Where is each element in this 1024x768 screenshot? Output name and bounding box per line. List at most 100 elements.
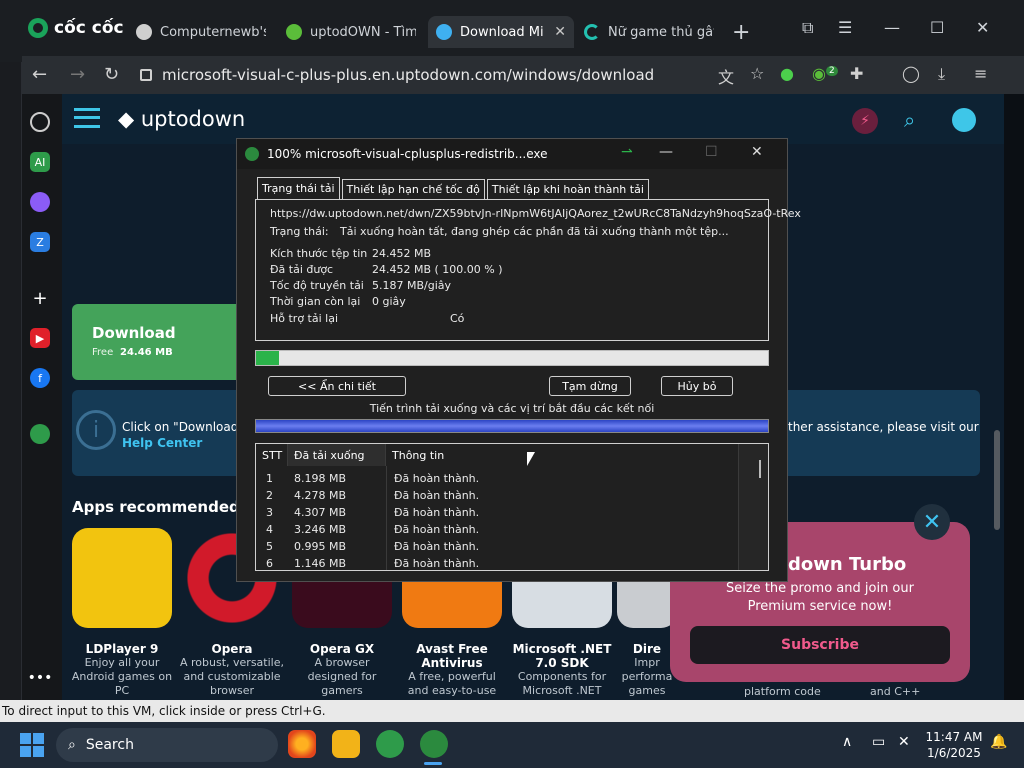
progress-fill [256,351,280,365]
subscribe-button[interactable]: Subscribe [690,626,950,664]
apps-recommended-title: Apps recommended fo [72,498,262,516]
row-index: 1 [266,472,273,485]
network-icon[interactable]: ▭ [872,734,885,750]
promo-close-icon[interactable]: ✕ [914,504,950,540]
column-header-downloaded[interactable]: Đã tải xuống [288,444,386,466]
file-explorer-icon[interactable] [332,730,360,758]
back-arrow-icon[interactable]: ← [32,64,47,85]
dialog-pin-icon[interactable]: ⇀ [621,144,633,160]
tab-computernewb[interactable]: Computernewb's I [128,16,274,48]
sidebar-more-icon[interactable]: ••• [28,668,53,688]
dark-mode-icon[interactable]: ● [780,64,794,83]
status-label: Trạng thái: [270,225,329,238]
translate-icon[interactable]: 文 [718,64,734,88]
forward-arrow-icon[interactable]: → [70,64,85,85]
dialog-close-button[interactable]: ✕ [751,144,763,160]
pause-button[interactable]: Tạm dừng [549,376,631,396]
menu-icon[interactable]: ≡ [974,64,987,83]
maximize-button[interactable]: ☐ [930,18,944,37]
table-row[interactable]: 1 8.198 MB Đã hoàn thành. [256,470,752,487]
vm-left-edge [0,10,22,700]
screen-capture-icon[interactable]: ⧉ [802,18,813,38]
search-icon[interactable]: ⌕ [904,108,915,132]
extensions-puzzle-icon[interactable]: ✚ [850,64,863,83]
idm-app-icon [245,147,259,161]
search-icon: ⌕ [68,737,76,753]
user-avatar-icon[interactable] [952,108,976,132]
firefox-icon[interactable] [288,730,316,758]
messenger-icon[interactable] [30,192,50,212]
field-value: 24.452 MB ( 100.00 % ) [372,263,503,276]
windows-start-icon[interactable] [20,733,44,757]
tab-uptodown-search[interactable]: uptodOWN - Tìm [278,16,424,48]
extension-uptodown-icon[interactable]: ◉ 2 [812,64,838,83]
tab-speed-limit[interactable]: Thiết lập hạn chế tốc độ [341,179,485,199]
field-value: Có [450,312,465,325]
app-card-ldplayer[interactable]: LDPlayer 9 Enjoy all your Android games … [67,528,177,698]
tab-close-icon[interactable]: ✕ [554,24,566,40]
table-scrollbar[interactable] [738,444,768,570]
connection-segments-bar [255,419,769,433]
hamburger-menu-icon[interactable] [74,108,100,128]
ldplayer-icon [72,528,172,628]
close-window-button[interactable]: ✕ [976,18,989,37]
table-row[interactable]: 3 4.307 MB Đã hoàn thành. [256,504,752,521]
tab-download-status[interactable]: Trạng thái tải [257,177,340,199]
row-info: Đã hoàn thành. [394,557,480,570]
info-text-right: ther assistance, please visit our [788,420,979,434]
field-value: 24.452 MB [372,247,432,260]
table-row[interactable]: 4 3.246 MB Đã hoàn thành. [256,521,752,538]
hide-details-button[interactable]: << Ẩn chi tiết [268,376,406,396]
minimize-button[interactable]: — [884,18,900,37]
column-header-stt[interactable]: STT [256,444,288,466]
table-row[interactable]: 5 0.995 MB Đã hoàn thành. [256,538,752,555]
idm-taskbar-icon[interactable] [420,730,448,758]
notification-bell-icon[interactable]: 🔔 [990,734,1007,750]
new-tab-button[interactable]: + [732,20,750,45]
add-sidebar-app-icon[interactable]: + [30,288,50,309]
facebook-icon[interactable]: f [30,368,50,388]
coccoc-taskbar-icon[interactable] [376,730,404,758]
row-index: 5 [266,540,273,553]
field-label: Đã tải được [270,263,334,276]
row-downloaded: 4.278 MB [294,489,347,502]
dialog-maximize-button: ☐ [705,144,718,160]
tab-favicon-icon [286,24,302,40]
cancel-button[interactable]: Hủy bỏ [661,376,733,396]
help-center-link[interactable]: Help Center [122,436,202,450]
browser-logo[interactable]: cốc cốc [28,18,124,38]
tab-download-active[interactable]: Download Mi ✕ [428,16,574,48]
profile-icon[interactable]: ◯ [902,64,920,83]
history-icon[interactable] [30,112,50,132]
reload-icon[interactable]: ↻ [104,64,119,85]
turbo-bolt-icon[interactable]: ⚡ [852,108,878,134]
bookmark-star-icon[interactable]: ☆ [750,64,764,83]
url-field[interactable]: microsoft-visual-c-plus-plus.en.uptodown… [140,61,710,89]
table-row[interactable]: 2 4.278 MB Đã hoàn thành. [256,487,752,504]
page-scrollbar[interactable] [994,430,1000,530]
uptodown-logo[interactable]: ◆ uptodown [118,107,245,131]
volume-muted-icon[interactable]: ✕ [898,734,910,750]
downloads-icon[interactable]: ⤓ [938,64,945,84]
row-downloaded: 1.146 MB [294,557,347,570]
ai-assistant-icon[interactable]: AI [30,152,50,172]
zalo-icon[interactable]: Z [30,232,50,252]
tray-chevron-icon[interactable]: ∧ [842,734,852,750]
connections-table: STT Đã tải xuống Thông tin 1 8.198 MB Đã h… [255,443,769,571]
tab-list-icon[interactable]: ☰ [838,18,852,37]
table-row[interactable]: 6 1.146 MB Đã hoàn thành. [256,555,752,570]
tab-on-complete[interactable]: Thiết lập khi hoàn thành tải [486,179,649,199]
tab-favicon-icon [436,24,452,40]
download-dialog: 100% microsoft-visual-cplusplus-redistri… [236,138,801,582]
dialog-minimize-button[interactable]: — [659,144,673,160]
youtube-icon[interactable]: ▶ [30,328,50,348]
taskbar-search[interactable]: ⌕ Search [56,728,278,762]
tab-game-news[interactable]: Nữ game thủ gây [576,16,722,48]
row-downloaded: 0.995 MB [294,540,347,553]
column-header-info[interactable]: Thông tin [386,444,752,466]
taskbar-clock[interactable]: 11:47 AM 1/6/2025 [924,729,984,761]
coccoc-2024-icon[interactable] [30,424,50,444]
download-button[interactable]: Download Free 24.46 MB [72,304,242,380]
row-index: 2 [266,489,273,502]
row-downloaded: 8.198 MB [294,472,347,485]
